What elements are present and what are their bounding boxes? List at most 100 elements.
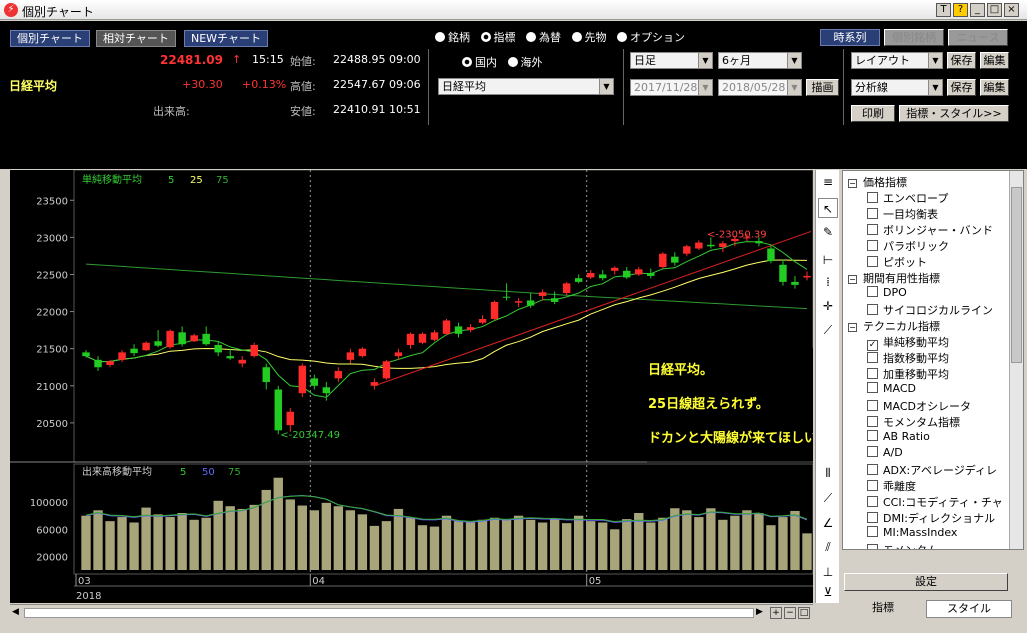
horizontal-line-icon[interactable]: ⊢: [818, 250, 838, 270]
radio-stock[interactable]: 銘柄: [435, 31, 470, 44]
close-button[interactable]: ×: [1004, 3, 1019, 17]
radio-index[interactable]: 指標: [480, 31, 516, 44]
index-select[interactable]: 日経平均 ▼: [438, 78, 614, 95]
collapse-icon[interactable]: −: [848, 275, 857, 284]
checkbox[interactable]: [867, 480, 878, 491]
tree-item[interactable]: 一目均衡表: [867, 206, 938, 222]
fan-icon[interactable]: ⊻: [818, 582, 838, 602]
tree-group[interactable]: − 価格指標: [848, 174, 907, 190]
analysis-edit-button[interactable]: 編集: [980, 79, 1009, 96]
tab-news[interactable]: ニュース: [948, 29, 1008, 46]
checkbox[interactable]: [867, 192, 878, 203]
tree-item[interactable]: ピボット: [867, 254, 927, 270]
chart-scrollbar[interactable]: ◀ ▶ + − □: [10, 604, 813, 621]
layout-edit-button[interactable]: 編集: [980, 52, 1009, 69]
trendline-icon[interactable]: ⟋: [818, 320, 838, 340]
tree-item[interactable]: MI:MassIndex: [867, 526, 957, 539]
tree-item[interactable]: モメンタム: [867, 542, 938, 549]
price-chart[interactable]: 20500 21000 21500 22000 22500 23000 23500 単純移動平…: [10, 169, 830, 603]
help-button[interactable]: ?: [953, 3, 968, 17]
cross-icon[interactable]: ✛: [818, 296, 838, 316]
checkbox[interactable]: [867, 304, 878, 315]
checkbox[interactable]: [867, 240, 878, 251]
settings-button[interactable]: 設定: [844, 573, 1008, 591]
tree-group[interactable]: − テクニカル指標: [848, 318, 940, 334]
tab-new-chart[interactable]: NEWチャート: [184, 30, 268, 47]
cursor-icon[interactable]: ↖: [818, 198, 838, 218]
tree-item[interactable]: サイコロジカルライン: [867, 302, 993, 318]
fibonacci-icon[interactable]: ⦀: [818, 463, 838, 483]
checkbox[interactable]: [867, 464, 878, 475]
tree-item[interactable]: モメンタム指標: [867, 414, 960, 430]
channel-icon[interactable]: ⫽: [818, 537, 838, 557]
collapse-icon[interactable]: −: [848, 323, 857, 332]
checkbox[interactable]: [867, 512, 878, 523]
minimize-button[interactable]: _: [970, 3, 985, 17]
tree-item[interactable]: DPO: [867, 286, 907, 299]
analysis-select[interactable]: 分析線 ▼: [851, 79, 943, 96]
scroll-right-icon[interactable]: ▶: [756, 607, 763, 617]
vertical-line-icon[interactable]: ⁞: [818, 272, 838, 292]
checkbox[interactable]: [867, 400, 878, 411]
reset-icon[interactable]: □: [798, 607, 810, 619]
checkbox[interactable]: [867, 382, 878, 393]
chart-area[interactable]: 20500 21000 21500 22000 22500 23000 23500 単純移動平…: [10, 169, 830, 603]
tree-item[interactable]: エンベロープ: [867, 190, 948, 206]
period-select[interactable]: 日足 ▼: [630, 52, 713, 69]
checkbox[interactable]: [867, 256, 878, 267]
tree-item[interactable]: MACD: [867, 382, 916, 395]
tree-item[interactable]: MACDオシレータ: [867, 398, 971, 414]
radio-futures[interactable]: 先物: [571, 31, 607, 44]
indicator-style-button[interactable]: 指標・スタイル>>: [899, 105, 1009, 122]
scroll-track[interactable]: [24, 608, 754, 618]
tab-individual-stock[interactable]: 個別銘柄: [884, 29, 944, 46]
tab-individual-chart[interactable]: 個別チャート: [10, 30, 90, 47]
checkbox[interactable]: [867, 446, 878, 457]
angle-icon[interactable]: ∠: [818, 513, 838, 533]
tree-item[interactable]: ADX:アベレージディレ: [867, 462, 997, 478]
checkbox[interactable]: [867, 352, 878, 363]
tree-item[interactable]: ✓ 単純移動平均: [867, 334, 949, 351]
tab-indicators[interactable]: 指標: [843, 600, 923, 618]
tree-item[interactable]: A/D: [867, 446, 903, 459]
eraser-icon[interactable]: ✎: [818, 222, 838, 242]
radio-overseas[interactable]: 海外: [507, 56, 543, 69]
scroll-thumb[interactable]: [1011, 187, 1022, 363]
layout-select[interactable]: レイアウト ▼: [851, 52, 943, 69]
line-tool-icon[interactable]: ⟋: [818, 488, 838, 508]
checkbox[interactable]: [867, 544, 878, 549]
draw-button[interactable]: 描画: [806, 79, 839, 96]
tab-timeseries[interactable]: 時系列: [820, 29, 880, 46]
tree-item[interactable]: 加重移動平均: [867, 366, 949, 382]
tree-item[interactable]: 指数移動平均: [867, 350, 949, 366]
checkbox[interactable]: [867, 208, 878, 219]
date-to-field[interactable]: 2018/05/28 ▼: [718, 79, 802, 96]
checkbox[interactable]: [867, 224, 878, 235]
maximize-button[interactable]: □: [987, 3, 1002, 17]
collapse-icon[interactable]: −: [848, 179, 857, 188]
checkbox[interactable]: [867, 496, 878, 507]
layout-save-button[interactable]: 保存: [947, 52, 976, 69]
zoom-out-icon[interactable]: −: [784, 607, 796, 619]
checkbox[interactable]: [867, 430, 878, 441]
tree-item[interactable]: DMI:ディレクショナル: [867, 510, 995, 526]
tree-scrollbar[interactable]: [1009, 171, 1023, 549]
tree-group[interactable]: − 期間有用性指標: [848, 270, 940, 286]
toolbar-t-button[interactable]: T: [936, 3, 951, 17]
radio-option[interactable]: オプション: [617, 31, 685, 44]
print-button[interactable]: 印刷: [851, 105, 895, 122]
checkbox[interactable]: [867, 286, 878, 297]
radio-fx[interactable]: 為替: [526, 31, 561, 44]
tree-item[interactable]: ボリンジャー・バンド: [867, 222, 993, 238]
range-select[interactable]: 6ヶ月 ▼: [718, 52, 802, 69]
checkbox[interactable]: [867, 416, 878, 427]
tree-item[interactable]: AB Ratio: [867, 430, 930, 443]
tree-item[interactable]: パラボリック: [867, 238, 949, 254]
checkbox[interactable]: [867, 526, 878, 537]
checkbox[interactable]: [867, 368, 878, 379]
tree-item[interactable]: 乖離度: [867, 478, 916, 494]
tab-style[interactable]: スタイル: [926, 600, 1012, 618]
menu-icon[interactable]: ≡: [818, 172, 838, 192]
date-from-field[interactable]: 2017/11/28 ▼: [630, 79, 713, 96]
tree-item[interactable]: CCI:コモディティ・チャ: [867, 494, 1003, 510]
